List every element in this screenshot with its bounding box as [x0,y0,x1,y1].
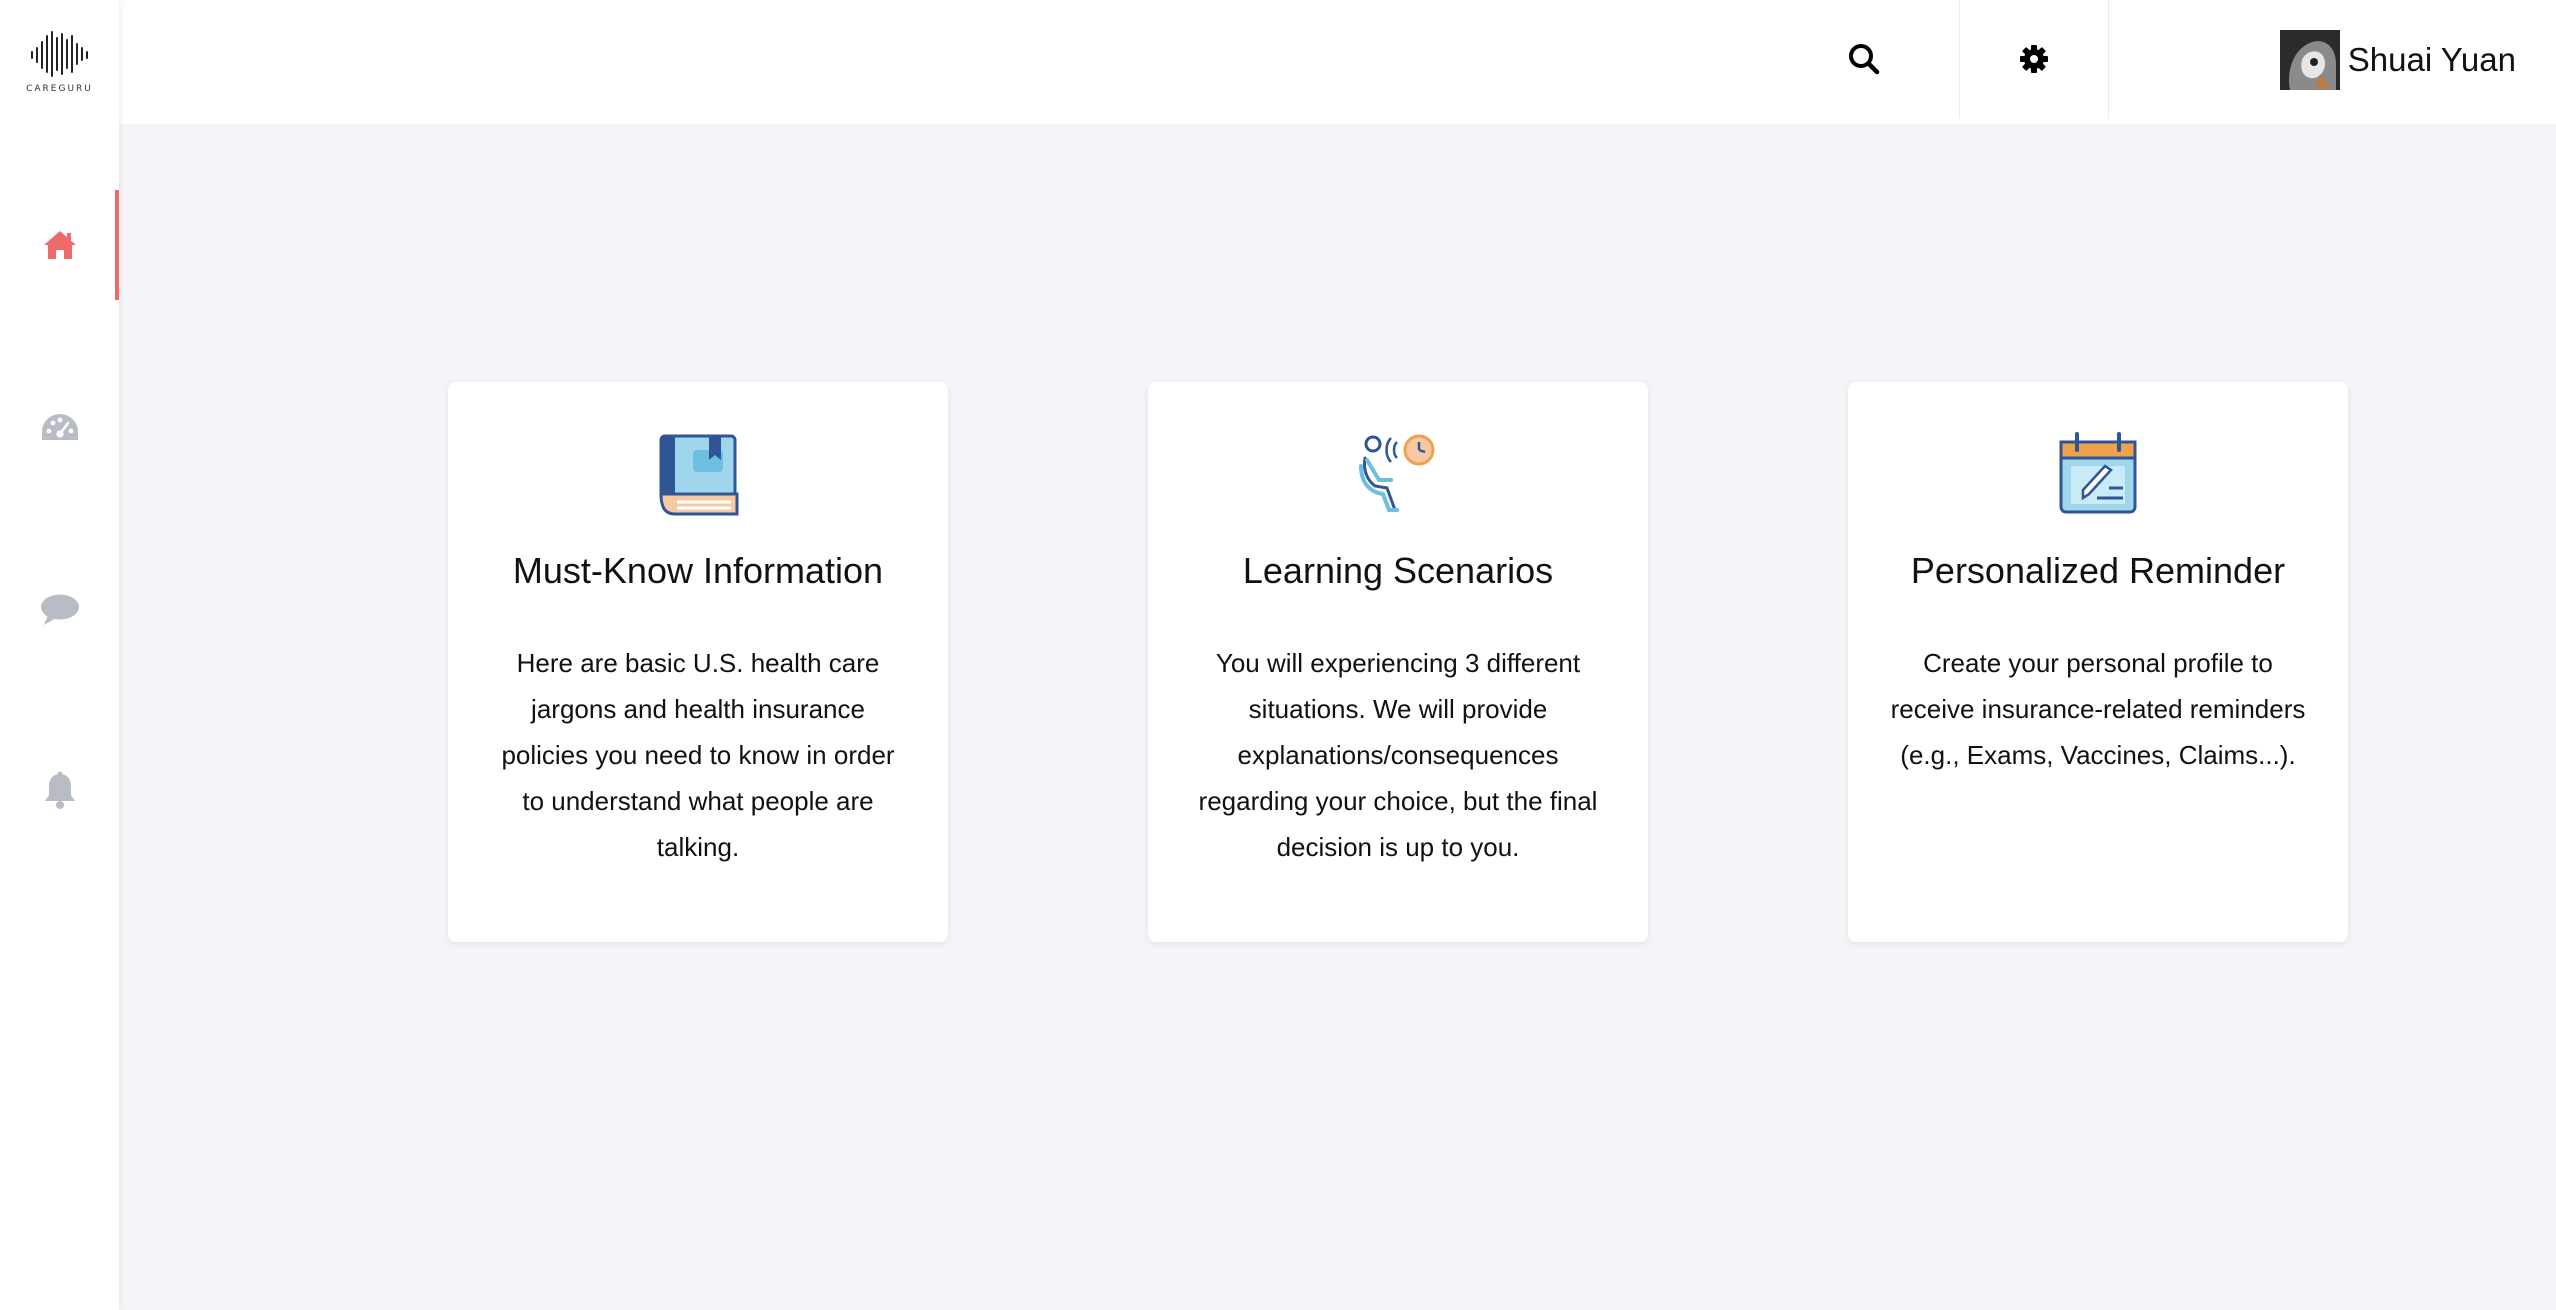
card-personalized-reminder[interactable]: Personalized Reminder Create your person… [1848,382,2348,942]
avatar [2279,30,2340,90]
waiting-room-icon [1359,434,1435,512]
card-title: Must-Know Information [512,550,884,591]
bell-icon [44,771,75,809]
gear-icon [2020,45,2048,73]
card-description: Create your personal profile to receive … [1890,648,2306,770]
settings-button[interactable] [1960,0,2108,118]
user-menu[interactable]: Shuai Yuan [2279,30,2516,90]
search-icon [1849,44,1880,75]
card-description: Here are basic U.S. health care jargons … [501,648,895,862]
calendar-icon [2059,432,2137,514]
book-icon [659,434,739,516]
sound-wave-logo-icon [30,31,88,77]
card-must-know-information[interactable]: Must-Know Information Here are basic U.S… [448,382,948,942]
app-logo[interactable]: CAREGURU [0,30,119,102]
chat-bubble-icon [40,594,79,625]
home-icon [43,231,76,259]
card-description: You will experiencing 3 different situat… [1198,648,1598,862]
topbar-divider [2108,0,2109,118]
sidebar: CAREGURU [0,0,119,1310]
logo-text: CAREGURU [26,84,93,94]
sidebar-item-notifications[interactable] [0,736,119,846]
sidebar-item-messages[interactable] [0,555,119,665]
user-name: Shuai Yuan [2347,41,2516,78]
search-button[interactable] [1809,0,1919,118]
top-bar: Shuai Yuan [119,0,2556,124]
speedometer-icon [41,414,78,440]
sidebar-item-dashboard[interactable] [0,373,119,483]
card-title: Learning Scenarios [1242,550,1554,591]
card-title: Personalized Reminder [1910,550,2286,591]
card-learning-scenarios[interactable]: Learning Scenarios You will experiencing… [1148,382,1648,942]
sidebar-item-home[interactable] [0,190,119,300]
